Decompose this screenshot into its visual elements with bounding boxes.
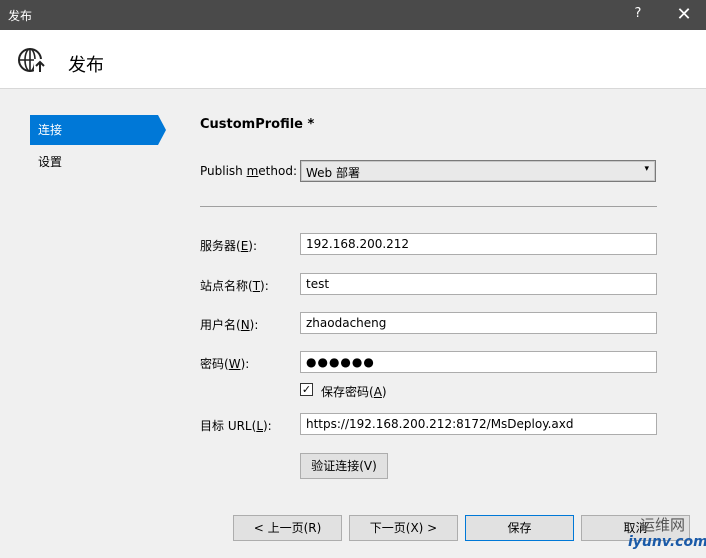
save-password-checkbox[interactable]: ✓ bbox=[300, 383, 313, 396]
sidebar-item-connection[interactable]: 连接 bbox=[30, 115, 166, 145]
globe-publish-icon bbox=[18, 48, 46, 73]
title-bar: 发布 ? ✕ bbox=[0, 0, 706, 30]
window-title: 发布 bbox=[8, 9, 33, 23]
save-password-label: 保存密码(A) bbox=[321, 385, 387, 399]
close-button[interactable]: ✕ bbox=[672, 4, 696, 25]
previous-button[interactable]: < 上一页(R) bbox=[233, 515, 342, 541]
username-input[interactable]: zhaodacheng bbox=[300, 312, 657, 334]
server-label: 服务器(E): bbox=[200, 239, 258, 253]
watermark-url: iyunv.com bbox=[628, 534, 706, 550]
profile-name: CustomProfile * bbox=[200, 117, 315, 132]
password-input[interactable]: ●●●●●● bbox=[300, 351, 657, 373]
chevron-down-icon: ▾ bbox=[644, 164, 649, 174]
publish-method-select[interactable]: Web 部署 ▾ bbox=[300, 160, 656, 182]
validate-connection-button[interactable]: 验证连接(V) bbox=[300, 453, 388, 479]
save-button[interactable]: 保存 bbox=[465, 515, 574, 541]
page-title: 发布 bbox=[68, 55, 104, 76]
watermark-text: 运维网 bbox=[640, 516, 686, 534]
divider bbox=[200, 206, 657, 207]
server-input[interactable]: 192.168.200.212 bbox=[300, 233, 657, 255]
next-button[interactable]: 下一页(X) > bbox=[349, 515, 458, 541]
target-url-input[interactable]: https://192.168.200.212:8172/MsDeploy.ax… bbox=[300, 413, 657, 435]
site-name-input[interactable]: test bbox=[300, 273, 657, 295]
password-label: 密码(W): bbox=[200, 357, 250, 371]
help-button[interactable]: ? bbox=[628, 6, 648, 21]
publish-method-label: Publish method: bbox=[200, 164, 297, 178]
target-url-label: 目标 URL(L): bbox=[200, 419, 272, 433]
dialog-header: 发布 bbox=[0, 30, 706, 89]
publish-method-value: Web 部署 bbox=[306, 166, 360, 180]
username-label: 用户名(N): bbox=[200, 318, 259, 332]
site-name-label: 站点名称(T): bbox=[200, 279, 269, 293]
sidebar-item-settings[interactable]: 设置 bbox=[30, 147, 158, 177]
